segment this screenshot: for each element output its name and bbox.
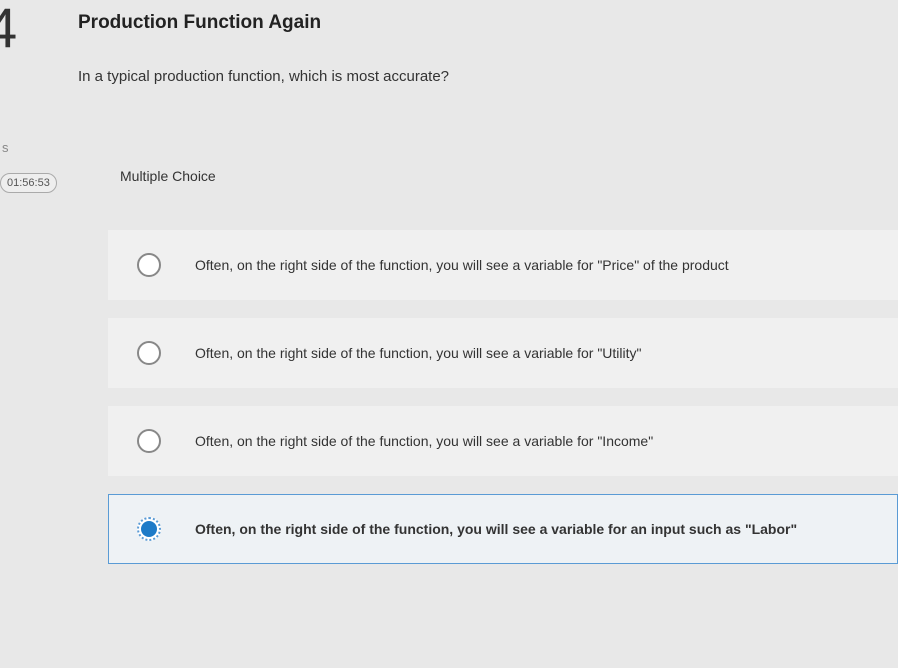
option-1[interactable]: Often, on the right side of the function… <box>108 230 898 300</box>
question-header: Production Function Again In a typical p… <box>78 12 898 115</box>
option-4[interactable]: Often, on the right side of the function… <box>108 494 898 564</box>
sidebar-partial-text: s <box>2 140 62 155</box>
question-prompt: In a typical production function, which … <box>78 68 898 85</box>
option-2[interactable]: Often, on the right side of the function… <box>108 318 898 388</box>
option-text: Often, on the right side of the function… <box>195 257 729 273</box>
options-container: Often, on the right side of the function… <box>108 230 898 582</box>
question-number: 4 <box>0 0 17 56</box>
radio-icon-selected <box>137 517 161 541</box>
option-text: Often, on the right side of the function… <box>195 345 642 361</box>
option-3[interactable]: Often, on the right side of the function… <box>108 406 898 476</box>
timer-badge: 01:56:53 <box>0 173 57 193</box>
option-text: Often, on the right side of the function… <box>195 433 653 449</box>
radio-icon <box>137 253 161 277</box>
radio-icon <box>137 341 161 365</box>
option-text: Often, on the right side of the function… <box>195 521 797 537</box>
question-type-label: Multiple Choice <box>120 168 216 184</box>
question-title: Production Function Again <box>78 12 898 34</box>
radio-icon <box>137 429 161 453</box>
left-sidebar: s 01:56:53 <box>0 140 62 193</box>
